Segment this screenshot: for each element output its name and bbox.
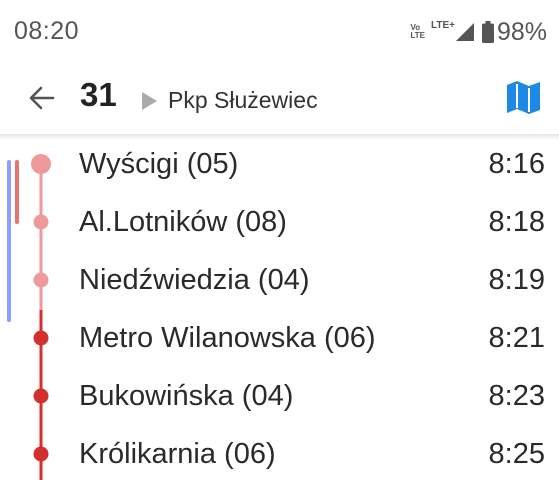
stop-name: Bukowińska (04) <box>79 380 294 412</box>
stop-name: Niedźwiedzia (04) <box>79 264 310 296</box>
stop-time: 8:16 <box>488 148 545 180</box>
app-bar: 31 Pkp Służewiec <box>0 66 559 134</box>
stop-time: 8:25 <box>488 438 545 470</box>
direction-arrow-icon <box>142 92 157 110</box>
network-type-label: LTE+ <box>430 20 455 31</box>
stop-name: Metro Wilanowska (06) <box>79 322 376 354</box>
direction-label: Pkp Służewiec <box>168 87 318 113</box>
status-bar: 08:20 Vo LTE LTE+ 98% <box>0 0 559 66</box>
stop-row[interactable]: Niedźwiedzia (04) 8:19 <box>0 252 559 310</box>
battery-percent: 98% <box>496 17 547 46</box>
status-icons: Vo LTE LTE+ 98% <box>410 14 547 50</box>
stop-time: 8:21 <box>488 322 545 354</box>
stop-name: Wyścigi (05) <box>79 148 239 180</box>
status-time: 08:20 <box>14 17 80 45</box>
back-arrow-icon <box>29 86 55 110</box>
map-icon <box>507 81 540 114</box>
back-button[interactable] <box>26 82 58 114</box>
map-button[interactable] <box>505 78 543 116</box>
stop-time: 8:23 <box>488 380 545 412</box>
stop-list: Wyścigi (05) 8:16 Al.Lotników (08) 8:18 … <box>0 136 559 480</box>
line-number: 31 <box>80 76 117 113</box>
stop-row[interactable]: Wyścigi (05) 8:16 <box>0 136 559 194</box>
battery-icon <box>481 21 494 43</box>
volte-bottom-label: LTE <box>410 31 425 40</box>
stop-row[interactable]: Bukowińska (04) 8:23 <box>0 368 559 426</box>
stop-name: Al.Lotników (08) <box>79 206 287 238</box>
stop-name: Królikarnia (06) <box>79 438 276 470</box>
volte-indicator: Vo LTE <box>410 24 425 40</box>
stop-row[interactable]: Al.Lotników (08) 8:18 <box>0 194 559 252</box>
stop-row[interactable]: Królikarnia (06) 8:25 <box>0 426 559 480</box>
stop-row[interactable]: Metro Wilanowska (06) 8:21 <box>0 310 559 368</box>
stop-time: 8:19 <box>488 264 545 296</box>
stop-time: 8:18 <box>488 206 545 238</box>
signal-icon <box>455 23 474 41</box>
